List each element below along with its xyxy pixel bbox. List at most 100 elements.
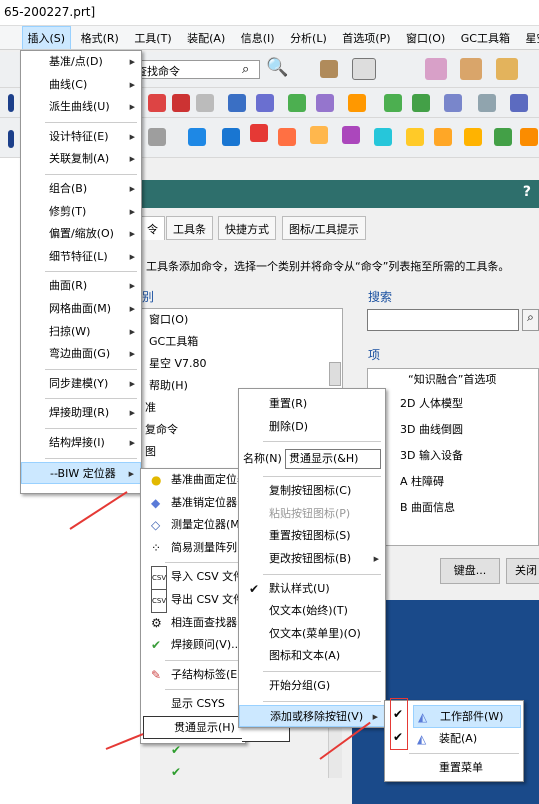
- grid-icon[interactable]: [196, 94, 214, 112]
- surface-icon-4[interactable]: [374, 128, 392, 146]
- menu-item-datum-pin-locator[interactable]: 基准销定位器 ◆: [141, 492, 245, 515]
- menu-item-check-1[interactable]: ✔: [141, 739, 245, 762]
- menu-item-show-csys[interactable]: 显示 CSYS: [141, 693, 245, 716]
- menu-tools[interactable]: 工具(T): [128, 26, 177, 49]
- menu-item-datum-point[interactable]: 基准/点(D): [21, 51, 141, 74]
- menu-item-sweep[interactable]: 扫掠(W): [21, 321, 141, 344]
- dialog-search-input[interactable]: [367, 309, 519, 331]
- menu-item-delete[interactable]: 删除(D): [239, 416, 385, 439]
- menu-item-design-feature[interactable]: 设计特征(E): [21, 126, 141, 149]
- list-item[interactable]: B 曲面信息: [368, 495, 538, 521]
- menu-item-mesh-surface[interactable]: 网格曲面(M): [21, 298, 141, 321]
- feature-icon-2[interactable]: [172, 94, 190, 112]
- category-scrollbar[interactable]: [329, 362, 341, 386]
- feature-icon-3[interactable]: [228, 94, 246, 112]
- sketch-icon[interactable]: [8, 94, 14, 112]
- menu-item-add-remove-buttons[interactable]: 添加或移除按钮(V): [239, 704, 385, 728]
- menu-item-detail-feature[interactable]: 细节特征(L): [21, 246, 141, 269]
- menu-item-trim[interactable]: 修剪(T): [21, 201, 141, 224]
- menu-item-check-2[interactable]: ✔: [141, 761, 245, 784]
- assembly-icon-3[interactable]: [496, 58, 518, 80]
- cube-icon[interactable]: [342, 126, 360, 144]
- surface-icon-7[interactable]: [494, 128, 512, 146]
- menu-item-export-csv[interactable]: 导出 CSV 文件 CSV: [141, 588, 245, 613]
- menu-insert[interactable]: 插入(S): [21, 26, 72, 49]
- gear-feature-icon[interactable]: [278, 128, 296, 146]
- menu-item-measure-locator[interactable]: 测量定位器(M) ◇: [141, 514, 245, 537]
- menu-item-offset-scale[interactable]: 偏置/缩放(O): [21, 223, 141, 246]
- dialog-search-icon[interactable]: ⌕: [522, 309, 539, 331]
- list-item[interactable]: A 柱障碍: [368, 469, 538, 495]
- menu-item-through-display[interactable]: 贯通显示(H): [143, 715, 243, 739]
- surface-icon-5[interactable]: [406, 128, 424, 146]
- menu-xingkong[interactable]: 星空 V: [519, 26, 539, 49]
- search-icon[interactable]: ⌕: [242, 62, 249, 77]
- help-icon[interactable]: ?: [523, 184, 531, 200]
- display-mode-icon[interactable]: [320, 60, 338, 78]
- menu-item-weld-advisor[interactable]: 焊接顾问(V)... ✔: [141, 634, 245, 657]
- tab-icons-tooltips[interactable]: 图标/工具提示: [282, 216, 366, 240]
- menu-item-flange-surface[interactable]: 弯边曲面(G): [21, 343, 141, 366]
- menu-analysis[interactable]: 分析(L): [284, 26, 333, 49]
- menu-item-text-in-menu[interactable]: 仅文本(菜单里)(O): [239, 623, 385, 646]
- menu-item-synchronous-modeling[interactable]: 同步建模(Y): [21, 373, 141, 396]
- menu-preferences[interactable]: 首选项(P): [336, 26, 396, 49]
- menu-item-default-style[interactable]: 默认样式(U) ✔: [239, 578, 385, 601]
- menu-item-datum-surface-locator[interactable]: 基准曲面定位器 ●: [141, 469, 248, 492]
- menu-item-text-always[interactable]: 仅文本(始终)(T): [239, 600, 385, 623]
- menu-item-copy-icon[interactable]: 复制按钮图标(C): [239, 480, 385, 503]
- tab-commands[interactable]: 令: [140, 216, 165, 240]
- feature-icon-6[interactable]: [444, 94, 462, 112]
- menu-format[interactable]: 格式(R): [75, 26, 125, 49]
- view-style-icon[interactable]: [352, 58, 376, 80]
- menu-item-change-icon[interactable]: 更改按钮图标(B): [239, 548, 385, 571]
- menu-item-icon-and-text[interactable]: 图标和文本(A): [239, 645, 385, 668]
- check-feature-icon[interactable]: [288, 94, 306, 112]
- tab-shortcuts[interactable]: 快捷方式: [218, 216, 276, 240]
- feature-icon-8[interactable]: [510, 94, 528, 112]
- menu-item-structure-weld[interactable]: 结构焊接(I): [21, 432, 141, 455]
- menu-item-curve[interactable]: 曲线(C): [21, 74, 141, 97]
- checkmark-icon[interactable]: ✔: [393, 730, 403, 744]
- menu-item-weld-assistant[interactable]: 焊接助理(R): [21, 402, 141, 425]
- feature-icon-1[interactable]: [148, 94, 166, 112]
- palette-icon[interactable]: [348, 94, 366, 112]
- surface-icon-1[interactable]: [188, 128, 206, 146]
- printer-icon[interactable]: [148, 128, 166, 146]
- feature-icon-5[interactable]: [316, 94, 334, 112]
- feature-icon-4[interactable]: [256, 94, 274, 112]
- menu-info[interactable]: 信息(I): [235, 26, 281, 49]
- list-item[interactable]: 3D 曲线倒圆: [368, 417, 538, 443]
- menu-item-reset-menu[interactable]: 重置菜单: [385, 757, 523, 780]
- structure-icon[interactable]: [412, 94, 430, 112]
- menu-item-connected-face-finder[interactable]: 相连面查找器 ⚙: [141, 612, 245, 635]
- menu-window[interactable]: 窗口(O): [400, 26, 451, 49]
- assembly-icon-1[interactable]: [425, 58, 447, 80]
- surface-icon-2[interactable]: [222, 128, 240, 146]
- close-button[interactable]: 关闭: [506, 558, 539, 584]
- assembly-icon-2[interactable]: [460, 58, 482, 80]
- keyboard-button[interactable]: 键盘...: [440, 558, 500, 584]
- tree-icon[interactable]: [384, 94, 402, 112]
- checkmark-icon[interactable]: ✔: [393, 707, 403, 721]
- magnifier-icon[interactable]: 🔍: [266, 57, 288, 78]
- surface-icon-3[interactable]: [250, 124, 268, 142]
- menu-item-biw-locator[interactable]: --BIW 定位器: [21, 461, 141, 485]
- list-item[interactable]: 窗口(O): [141, 309, 342, 331]
- menu-item-substructure-label[interactable]: 子结构标签(E)... ✎: [141, 664, 252, 687]
- feature-icon-7[interactable]: [478, 94, 496, 112]
- menu-item-combine[interactable]: 组合(B): [21, 178, 141, 201]
- list-item[interactable]: “知识融合”首选项: [368, 369, 538, 391]
- menu-item-reset[interactable]: 重置(R): [239, 393, 385, 416]
- menu-item-reset-icon[interactable]: 重置按钮图标(S): [239, 525, 385, 548]
- menu-item-simple-measure-array[interactable]: 简易测量阵列(⁘: [141, 537, 245, 560]
- menu-item-associative-copy[interactable]: 关联复制(A): [21, 148, 141, 171]
- box-icon[interactable]: [310, 126, 328, 144]
- surface-icon-6[interactable]: [434, 128, 452, 146]
- menu-item-begin-group[interactable]: 开始分组(G): [239, 675, 385, 698]
- tab-toolbars[interactable]: 工具条: [166, 216, 213, 240]
- line-icon[interactable]: [8, 130, 14, 148]
- pipe-icon[interactable]: [464, 128, 482, 146]
- list-item[interactable]: GC工具箱: [141, 331, 342, 353]
- name-input[interactable]: 贯通显示(&H): [285, 449, 381, 470]
